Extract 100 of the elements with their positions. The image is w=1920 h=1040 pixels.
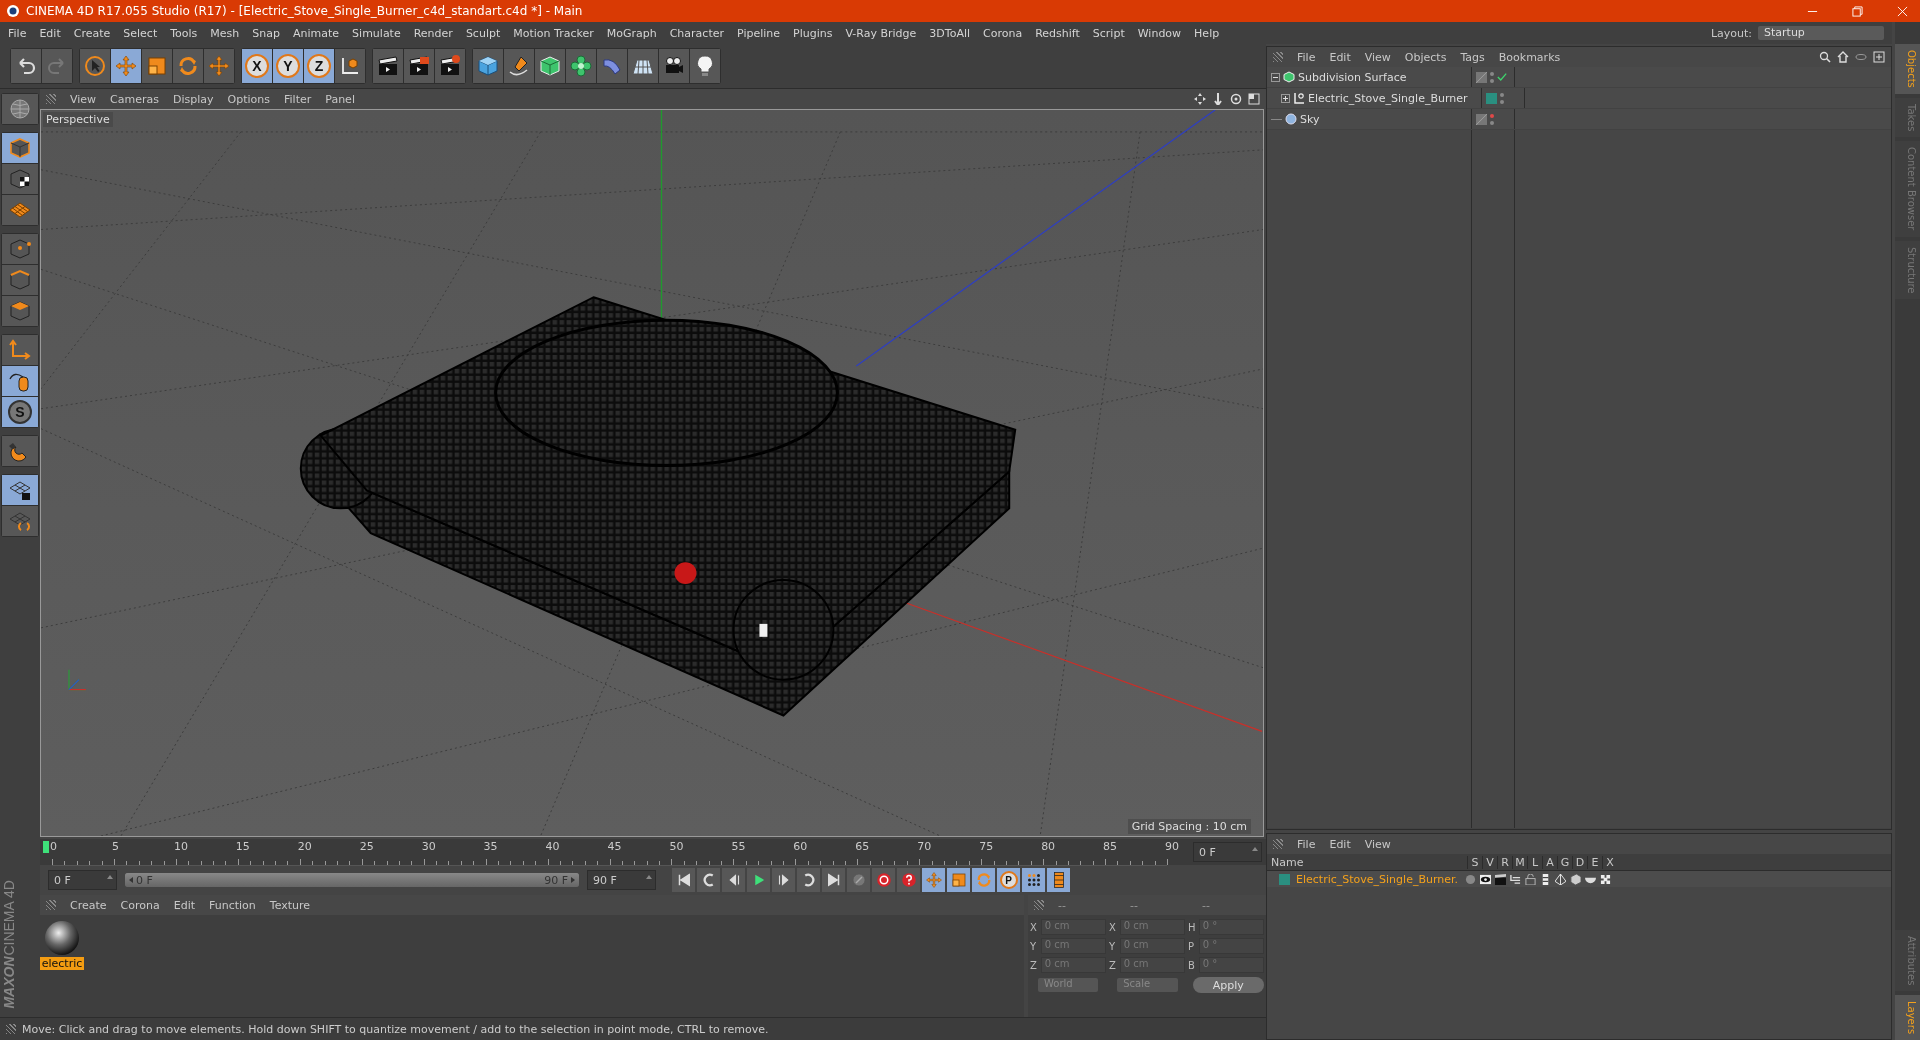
column-header[interactable]: X: [1602, 855, 1617, 869]
column-header[interactable]: M: [1512, 855, 1527, 869]
panel-grip-icon[interactable]: [46, 94, 56, 104]
menu-item[interactable]: Display: [173, 92, 214, 106]
menu-item[interactable]: View: [1364, 50, 1391, 64]
menu-item[interactable]: Tags: [1460, 50, 1485, 64]
menu-item[interactable]: Objects: [1404, 50, 1447, 64]
toolbar-button[interactable]: [659, 49, 689, 83]
menu-item[interactable]: Render: [413, 26, 453, 40]
menu-item[interactable]: 3DToAll: [929, 26, 970, 40]
playback-button[interactable]: [1047, 868, 1070, 892]
material-name[interactable]: electric: [39, 957, 85, 970]
orbit-icon[interactable]: [1230, 93, 1242, 105]
panel-grip-icon[interactable]: [1273, 839, 1283, 849]
playback-button[interactable]: [697, 868, 720, 892]
menu-item[interactable]: MoGraph: [606, 26, 657, 40]
layout-dropdown[interactable]: Startup: [1758, 26, 1885, 40]
menu-item[interactable]: Help: [1194, 26, 1220, 40]
layer-color-swatch[interactable]: [1279, 873, 1290, 885]
side-tab[interactable]: Layers: [1895, 994, 1920, 1040]
mode-button[interactable]: [2, 475, 38, 505]
playback-button[interactable]: [747, 868, 770, 892]
visibility-dots-icon[interactable]: [1490, 113, 1494, 125]
menu-item[interactable]: Pipeline: [737, 26, 781, 40]
menu-item[interactable]: Motion Tracker: [513, 26, 594, 40]
playback-button[interactable]: [672, 868, 695, 892]
restore-icon[interactable]: [1852, 5, 1863, 17]
hierarchy-icon[interactable]: [1510, 873, 1521, 885]
no-layer-icon[interactable]: [1476, 71, 1487, 83]
menu-item[interactable]: Redshift: [1035, 26, 1080, 40]
column-header[interactable]: E: [1587, 855, 1602, 869]
column-header[interactable]: G: [1557, 855, 1572, 869]
column-header[interactable]: R: [1497, 855, 1512, 869]
menu-item[interactable]: View: [70, 92, 97, 106]
pan-icon[interactable]: [1194, 93, 1206, 105]
panel-grip-icon[interactable]: [46, 900, 56, 910]
playback-button[interactable]: [897, 868, 920, 892]
object-name[interactable]: Electric_Stove_Single_Burner: [1308, 91, 1468, 105]
menu-item[interactable]: Select: [123, 26, 158, 40]
playhead-handle[interactable]: [43, 841, 49, 853]
menu-item[interactable]: V-Ray Bridge: [845, 26, 917, 40]
object-name[interactable]: Sky: [1300, 112, 1320, 126]
start-frame-field[interactable]: 0 F: [48, 870, 117, 890]
mode-button[interactable]: S: [2, 397, 38, 427]
maximize-icon[interactable]: [1248, 93, 1260, 105]
menu-item[interactable]: Sculpt: [465, 26, 501, 40]
menu-item[interactable]: Options: [227, 92, 270, 106]
menu-item[interactable]: Character: [669, 26, 724, 40]
toolbar-button[interactable]: [690, 49, 720, 83]
apply-button[interactable]: Apply: [1192, 977, 1264, 993]
menu-item[interactable]: Texture: [269, 898, 311, 912]
menu-item[interactable]: File: [1297, 50, 1316, 64]
pyramid-icon[interactable]: [1555, 873, 1566, 885]
menu-item[interactable]: Bookmarks: [1498, 50, 1561, 64]
chain-icon[interactable]: [1600, 873, 1611, 885]
column-header[interactable]: V: [1482, 855, 1497, 869]
current-frame-field[interactable]: 0 F: [1193, 842, 1262, 862]
playback-button[interactable]: P: [997, 868, 1020, 892]
menu-item[interactable]: Cameras: [110, 92, 159, 106]
playback-button[interactable]: [872, 868, 895, 892]
oval-icon[interactable]: [1855, 51, 1868, 63]
menu-item[interactable]: Script: [1092, 26, 1125, 40]
no-layer-icon[interactable]: [1476, 113, 1487, 125]
menu-item[interactable]: Edit: [1329, 50, 1351, 64]
playback-button[interactable]: [772, 868, 795, 892]
menu-item[interactable]: Window: [1137, 26, 1182, 40]
column-header[interactable]: L: [1527, 855, 1542, 869]
column-header[interactable]: A: [1542, 855, 1557, 869]
menu-item[interactable]: Tools: [170, 26, 198, 40]
menu-item[interactable]: Edit: [1329, 837, 1351, 851]
end-frame-field[interactable]: 90 F: [587, 870, 656, 890]
new-panel-icon[interactable]: [1873, 51, 1886, 63]
menu-item[interactable]: Function: [209, 898, 256, 912]
menu-item[interactable]: Plugins: [793, 26, 833, 40]
toolbar-button[interactable]: Z: [304, 49, 334, 83]
playback-button[interactable]: [1022, 868, 1045, 892]
close-icon[interactable]: [1897, 5, 1908, 17]
checkmark-icon[interactable]: [1497, 72, 1507, 82]
clapperboard-icon[interactable]: [1495, 873, 1506, 885]
side-tab[interactable]: Objects: [1895, 44, 1920, 94]
visibility-dots-icon[interactable]: [1500, 92, 1504, 104]
playback-button[interactable]: [797, 868, 820, 892]
menu-item[interactable]: Filter: [284, 92, 312, 106]
column-header[interactable]: D: [1572, 855, 1587, 869]
panel-grip-icon[interactable]: [1034, 900, 1044, 910]
film-strip-icon[interactable]: [1540, 873, 1551, 885]
menu-item[interactable]: Simulate: [352, 26, 401, 40]
menu-item[interactable]: File: [8, 26, 27, 40]
padlock-icon[interactable]: [1525, 873, 1536, 885]
menu-item[interactable]: Edit: [39, 26, 61, 40]
menu-item[interactable]: File: [1297, 837, 1316, 851]
panel-grip-icon[interactable]: [1273, 52, 1283, 62]
tree-toggle-icon[interactable]: [1281, 93, 1290, 103]
bent-cube-icon[interactable]: [1570, 873, 1581, 885]
layer-color-swatch[interactable]: [1486, 92, 1497, 104]
toolbar-button[interactable]: [435, 49, 465, 83]
column-header[interactable]: Name: [1267, 855, 1467, 869]
toolbar-button[interactable]: [373, 49, 403, 83]
column-header[interactable]: S: [1467, 855, 1482, 869]
menu-item[interactable]: Mesh: [210, 26, 240, 40]
